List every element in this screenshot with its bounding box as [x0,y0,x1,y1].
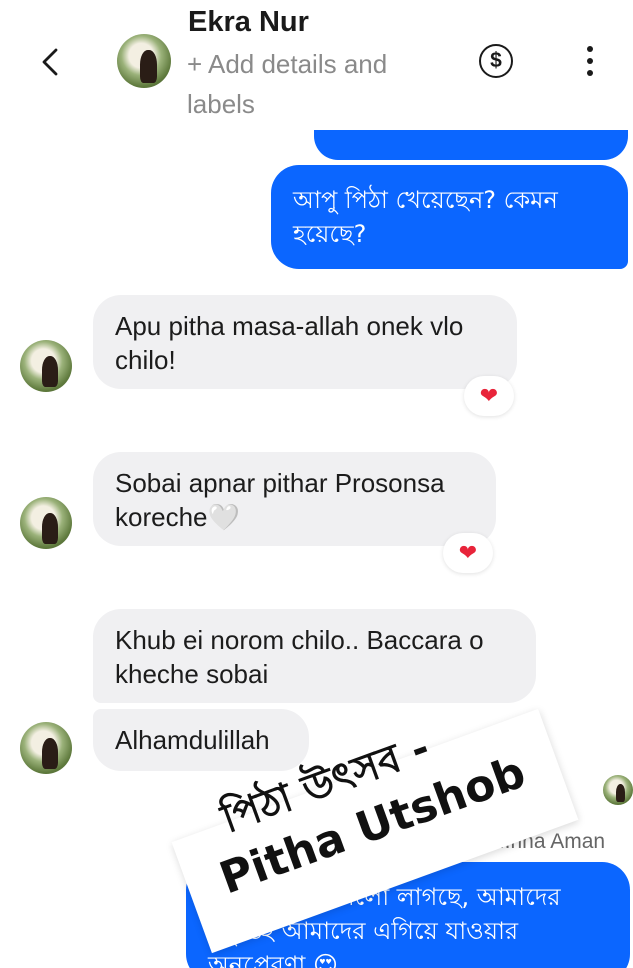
conversation-header: Ekra Nur + Add details and labels $ [0,0,633,130]
message-text: Apu pitha masa-allah onek vlo chilo! [115,311,464,375]
message-text: Sobai apnar pithar Prosonsa koreche🤍 [115,468,445,532]
contact-name[interactable]: Ekra Nur [188,6,309,39]
heart-reaction-icon[interactable]: ❤ [464,376,514,416]
outgoing-message[interactable]: আপু পিঠা খেয়েছেন? কেমন হয়েছে? [271,165,628,269]
add-details-link[interactable]: + Add details and labels [187,44,447,124]
message-text: Khub ei norom chilo.. Baccara o kheche s… [115,625,484,689]
message-text: Alhamdulillah [115,725,270,755]
back-arrow-icon[interactable] [36,44,66,80]
contact-avatar[interactable] [20,340,72,392]
contact-avatar[interactable] [20,497,72,549]
seen-avatar [603,775,633,805]
dollar-icon[interactable]: $ [479,44,513,78]
message-text: আপু পিঠা খেয়েছেন? কেমন হয়েছে? [293,186,558,248]
contact-avatar[interactable] [117,34,171,88]
incoming-message[interactable]: Apu pitha masa-allah onek vlo chilo! [93,295,517,389]
more-options-icon[interactable] [580,44,600,78]
contact-avatar[interactable] [20,722,72,774]
incoming-message[interactable]: Khub ei norom chilo.. Baccara o kheche s… [93,609,536,703]
heart-reaction-icon[interactable]: ❤ [443,533,493,573]
incoming-message[interactable]: Sobai apnar pithar Prosonsa koreche🤍 [93,452,496,546]
incoming-message[interactable]: Alhamdulillah [93,709,309,771]
